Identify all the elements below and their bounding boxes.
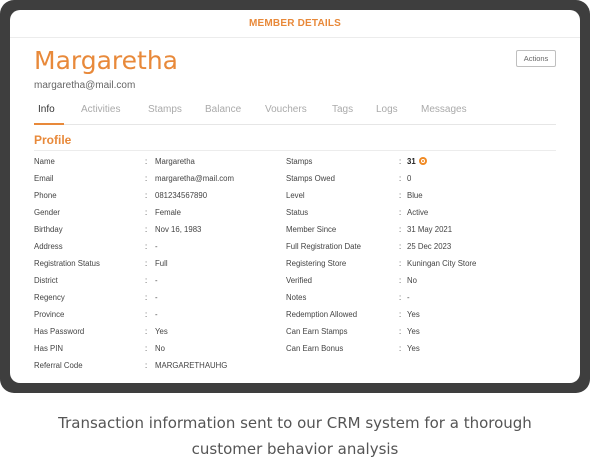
- field-value: Nov 16, 1983: [155, 224, 202, 234]
- field-value: MARGARETHAUHG: [155, 360, 228, 370]
- member-email: margaretha@mail.com: [34, 80, 136, 91]
- member-details-screen: MEMBER DETAILS Margaretha margaretha@mai…: [10, 10, 580, 383]
- field-separator: :: [145, 207, 148, 217]
- field-value: Full: [155, 258, 168, 268]
- field-separator: :: [145, 326, 148, 336]
- tab-tags[interactable]: Tags: [332, 104, 353, 115]
- field-label: Stamps: [286, 156, 313, 166]
- field-label: Status: [286, 207, 309, 217]
- field-separator: :: [399, 275, 402, 285]
- field-separator: :: [145, 292, 148, 302]
- field-label: Member Since: [286, 224, 337, 234]
- field-separator: :: [145, 258, 148, 268]
- tab-logs[interactable]: Logs: [376, 104, 398, 115]
- tab-vouchers[interactable]: Vouchers: [265, 104, 307, 115]
- field-value: Kuningan City Store: [407, 258, 477, 268]
- field-value: Margaretha: [155, 156, 195, 166]
- field-separator: :: [145, 343, 148, 353]
- member-name: Margaretha: [34, 46, 178, 75]
- field-label: Province: [34, 309, 65, 319]
- field-separator: :: [399, 207, 402, 217]
- field-value: Active: [407, 207, 429, 217]
- field-value: No: [155, 343, 165, 353]
- field-separator: :: [145, 360, 148, 370]
- field-value: 31 May 2021: [407, 224, 453, 234]
- stamps-count: 31: [407, 156, 416, 166]
- field-value: Female: [155, 207, 181, 217]
- field-value: -: [155, 275, 158, 285]
- field-separator: :: [145, 224, 148, 234]
- field-value: -: [155, 292, 158, 302]
- tab-stamps[interactable]: Stamps: [148, 104, 182, 115]
- field-label: Phone: [34, 190, 57, 200]
- field-label: District: [34, 275, 58, 285]
- field-separator: :: [399, 343, 402, 353]
- field-separator: :: [145, 190, 148, 200]
- field-label: Notes: [286, 292, 307, 302]
- section-title: Profile: [34, 133, 72, 147]
- tab-activities[interactable]: Activities: [81, 104, 120, 115]
- field-separator: :: [399, 292, 402, 302]
- field-label: Stamps Owed: [286, 173, 335, 183]
- tab-balance[interactable]: Balance: [205, 104, 241, 115]
- field-value: 0: [407, 173, 412, 183]
- active-tab-indicator: [34, 123, 64, 125]
- field-separator: :: [399, 258, 402, 268]
- field-label: Birthday: [34, 224, 63, 234]
- field-label: Has Password: [34, 326, 85, 336]
- caption-text: Transaction information sent to our CRM …: [58, 414, 532, 458]
- field-label: Gender: [34, 207, 61, 217]
- field-label: Redemption Allowed: [286, 309, 358, 319]
- field-label: Referral Code: [34, 360, 83, 370]
- field-separator: :: [399, 309, 402, 319]
- tab-bar: Info Activities Stamps Balance Vouchers …: [34, 102, 556, 125]
- field-label: Level: [286, 190, 305, 200]
- tab-messages[interactable]: Messages: [421, 104, 467, 115]
- field-separator: :: [145, 173, 148, 183]
- field-value: 25 Dec 2023: [407, 241, 452, 251]
- field-value-stamps: 31: [407, 156, 427, 166]
- field-label: Has PIN: [34, 343, 64, 353]
- actions-button[interactable]: Actions: [516, 50, 556, 67]
- field-value: Yes: [407, 309, 420, 319]
- field-separator: :: [145, 309, 148, 319]
- field-label: Verified: [286, 275, 313, 285]
- field-separator: :: [145, 241, 148, 251]
- field-label: Email: [34, 173, 54, 183]
- field-value: -: [407, 292, 410, 302]
- page-title: MEMBER DETAILS: [248, 18, 342, 29]
- field-label: Registering Store: [286, 258, 347, 268]
- field-separator: :: [399, 241, 402, 251]
- field-value: Blue: [407, 190, 423, 200]
- coin-icon: [418, 156, 427, 165]
- section-divider: [34, 150, 556, 151]
- field-value: Yes: [407, 343, 420, 353]
- field-value: -: [155, 309, 158, 319]
- field-separator: :: [399, 173, 402, 183]
- field-value: -: [155, 241, 158, 251]
- field-label: Can Earn Bonus: [286, 343, 344, 353]
- field-label: Full Registration Date: [286, 241, 361, 251]
- field-label: Can Earn Stamps: [286, 326, 348, 336]
- field-label: Address: [34, 241, 63, 251]
- field-separator: :: [145, 275, 148, 285]
- field-separator: :: [399, 190, 402, 200]
- field-separator: :: [399, 156, 402, 166]
- field-value: No: [407, 275, 417, 285]
- field-value: margaretha@mail.com: [155, 173, 234, 183]
- field-separator: :: [399, 326, 402, 336]
- field-separator: :: [399, 224, 402, 234]
- field-label: Name: [34, 156, 55, 166]
- field-value: Yes: [155, 326, 168, 336]
- field-value: Yes: [407, 326, 420, 336]
- field-label: Registration Status: [34, 258, 100, 268]
- field-value: 081234567890: [155, 190, 208, 200]
- field-separator: :: [145, 156, 148, 166]
- field-label: Regency: [34, 292, 65, 302]
- tab-info[interactable]: Info: [38, 104, 55, 115]
- device-frame: MEMBER DETAILS Margaretha margaretha@mai…: [0, 0, 590, 393]
- top-bar: MEMBER DETAILS: [10, 10, 580, 38]
